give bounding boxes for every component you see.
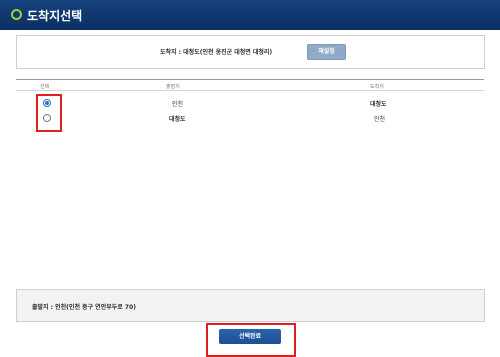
column-header-destination: 도착지 — [370, 84, 384, 90]
table-top-divider — [16, 79, 484, 80]
row-2-destination: 인천 — [374, 116, 386, 123]
departure-label: 출발지 : 인천(인천 중구 연안부두로 70) — [32, 304, 136, 311]
row-1-destination: 대청도 — [370, 101, 387, 108]
confirm-button[interactable]: 선택완료 — [219, 329, 281, 344]
reset-button[interactable]: 재설정 — [307, 44, 346, 60]
column-header-origin: 출발지 — [166, 84, 180, 90]
header-divider — [16, 90, 484, 91]
row-2-origin: 대청도 — [169, 116, 186, 123]
row-1-origin: 인천 — [172, 101, 184, 108]
window-title: 도착지선택 — [27, 9, 83, 23]
radio-highlight-box — [36, 94, 62, 132]
arrival-panel: 도착지 : 대청도(인천 옹진군 대청면 대청리) 재설정 — [16, 35, 485, 69]
departure-panel: 출발지 : 인천(인천 중구 연안부두로 70) — [16, 289, 485, 322]
column-header-select: 선택 — [40, 84, 50, 90]
circle-icon — [11, 9, 22, 20]
window-titlebar: 도착지선택 — [0, 0, 500, 30]
arrival-label: 도착지 : 대청도(인천 옹진군 대청면 대청리) — [160, 49, 273, 56]
